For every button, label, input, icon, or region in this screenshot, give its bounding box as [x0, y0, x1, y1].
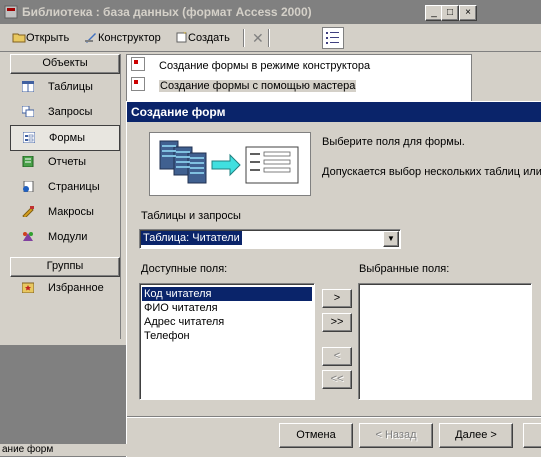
form-icon	[23, 132, 35, 143]
toolbar: Открыть Конструктор Создать ✕	[0, 25, 541, 68]
objects-item-reports[interactable]: Отчеты	[10, 150, 118, 174]
macro-icon	[22, 206, 34, 217]
tables-combobox[interactable]: Таблица: Читатели ▼	[139, 229, 401, 249]
maximize-button[interactable]: □	[441, 5, 459, 21]
page-icon	[23, 181, 34, 192]
back-button[interactable]: < Назад	[359, 423, 433, 448]
list-item[interactable]: Адрес читателя	[142, 315, 312, 329]
favorites-icon	[22, 282, 34, 293]
create-button-label: Создать	[188, 32, 230, 44]
report-icon	[22, 156, 34, 167]
objects-item-queries[interactable]: Запросы	[10, 100, 118, 124]
objects-item-modules[interactable]: Модули	[10, 225, 118, 249]
list-item[interactable]: Создание формы с помощью мастера	[131, 77, 357, 95]
objects-item-label: Макросы	[48, 206, 94, 218]
objects-item-label: Запросы	[48, 106, 93, 118]
designer-button-label: Конструктор	[98, 32, 161, 44]
close-button[interactable]: ×	[459, 5, 477, 21]
object-list: Создание формы в режиме конструктора Соз…	[126, 54, 472, 102]
objects-item-tables[interactable]: Таблицы	[10, 75, 118, 99]
window-title: Библиотека : база данных (формат Access …	[22, 5, 312, 19]
list-item[interactable]: Создание формы в режиме конструктора	[131, 57, 370, 75]
selected-fields-list[interactable]	[358, 283, 532, 400]
objects-item-pages[interactable]: Страницы	[10, 175, 118, 199]
form-wizard-icon	[131, 57, 145, 71]
add-field-button[interactable]: >	[322, 289, 352, 308]
objects-item-label: Таблицы	[48, 81, 93, 93]
list-item-label: Создание формы с помощью мастера	[159, 80, 357, 92]
add-all-fields-button[interactable]: >>	[322, 313, 352, 332]
finish-button[interactable]	[523, 423, 541, 448]
new-icon	[176, 31, 187, 43]
status-bar: ание форм	[0, 444, 128, 456]
available-fields-list[interactable]: Код читателя ФИО читателя Адрес читателя…	[139, 283, 315, 400]
dialog-divider	[127, 416, 541, 417]
available-fields-label: Доступные поля:	[141, 263, 228, 275]
selected-fields-label: Выбранные поля:	[359, 263, 450, 275]
list-view-icon[interactable]	[322, 27, 344, 49]
list-item-label: Создание формы в режиме конструктора	[159, 60, 371, 72]
objects-header[interactable]: Объекты	[10, 54, 120, 74]
next-button[interactable]: Далее >	[439, 423, 513, 448]
create-button[interactable]: Создать	[176, 29, 230, 47]
toolbar-separator	[243, 29, 244, 47]
objects-item-macros[interactable]: Макросы	[10, 200, 118, 224]
window-titlebar[interactable]: Библиотека : база данных (формат Access …	[0, 0, 541, 24]
objects-item-label: Страницы	[48, 181, 100, 193]
objects-item-label: Отчеты	[48, 156, 87, 168]
open-icon	[12, 33, 26, 43]
list-item[interactable]: ФИО читателя	[142, 301, 312, 315]
tables-combobox-value: Таблица: Читатели	[141, 231, 242, 245]
wizard-diagram-icon	[159, 140, 299, 184]
chevron-down-icon[interactable]: ▼	[383, 231, 399, 247]
list-item[interactable]: Код читателя	[142, 287, 312, 301]
open-button[interactable]: Открыть	[12, 29, 69, 47]
remove-all-fields-button[interactable]: <<	[322, 370, 352, 389]
cancel-button[interactable]: Отмена	[279, 423, 353, 448]
objects-bar: Объекты Таблицы Запросы Формы Отчеты Стр…	[8, 54, 121, 339]
objects-item-label: Модули	[48, 231, 88, 243]
form-wizard-icon	[131, 77, 145, 91]
design-icon	[85, 33, 96, 43]
delete-icon[interactable]: ✕	[252, 29, 264, 47]
wizard-hint: Допускается выбор нескольких таблиц или	[322, 166, 541, 178]
objects-item-label: Формы	[49, 132, 86, 144]
remove-field-button[interactable]: <	[322, 347, 352, 366]
groups-item-favorites[interactable]: Избранное	[10, 276, 118, 300]
tables-label: Таблицы и запросы	[141, 210, 241, 222]
module-icon	[23, 232, 33, 241]
form-wizard-dialog: Создание форм Выберите поля для формы. Д…	[126, 101, 541, 457]
dialog-title[interactable]: Создание форм	[127, 102, 541, 122]
groups-header[interactable]: Группы	[10, 257, 120, 277]
open-button-label: Открыть	[26, 32, 70, 44]
objects-item-label: Избранное	[48, 282, 104, 294]
wizard-hint: Выберите поля для формы.	[322, 136, 465, 148]
designer-button[interactable]: Конструктор	[84, 29, 161, 47]
objects-item-forms[interactable]: Формы	[10, 125, 120, 151]
wizard-illustration	[149, 132, 311, 196]
toolbar-separator	[268, 29, 269, 47]
query-icon	[22, 106, 34, 117]
database-icon	[4, 5, 18, 19]
table-icon	[22, 81, 34, 92]
list-item[interactable]: Телефон	[142, 329, 312, 343]
